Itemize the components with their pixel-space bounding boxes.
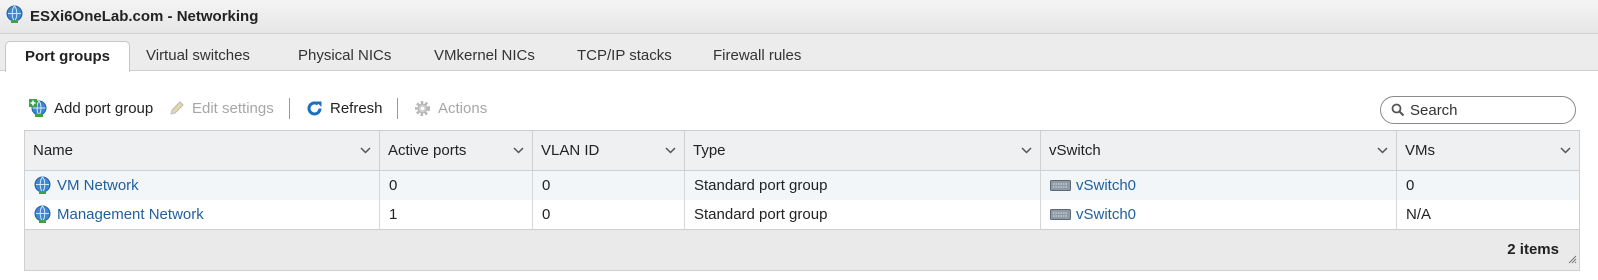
column-header-active-ports[interactable]: Active ports: [380, 131, 533, 170]
column-header-name[interactable]: Name: [25, 131, 380, 170]
tab-vmkernel-nics[interactable]: VMkernel NICs: [434, 40, 535, 71]
toolbar-divider: [289, 98, 290, 119]
tab-tcpip-stacks[interactable]: TCP/IP stacks: [577, 40, 672, 71]
column-header-label: VLAN ID: [541, 142, 600, 159]
pencil-icon: [168, 99, 186, 117]
cell-vswitch: vSwitch0: [1041, 200, 1397, 229]
item-count: 2 items: [1507, 241, 1559, 258]
cell-type: Standard port group: [685, 171, 1041, 200]
refresh-icon: [305, 99, 324, 118]
column-header-label: Active ports: [388, 142, 467, 159]
cell-vswitch: vSwitch0: [1041, 171, 1397, 200]
cell-name: VM Network: [25, 171, 380, 200]
add-port-group-label: Add port group: [54, 99, 154, 117]
chevron-down-icon[interactable]: [1560, 131, 1571, 170]
resize-grip-icon[interactable]: [1568, 251, 1577, 268]
search-box[interactable]: [1380, 96, 1576, 124]
gear-icon: [413, 99, 432, 118]
cell-vms: 0: [1406, 177, 1415, 194]
tab-virtual-switches[interactable]: Virtual switches: [146, 40, 250, 71]
search-icon: [1391, 103, 1405, 117]
chevron-down-icon[interactable]: [1021, 131, 1032, 170]
toolbar: Add port group Edit settings Refresh Act…: [0, 90, 1598, 126]
chevron-down-icon[interactable]: [513, 131, 524, 170]
edit-settings-button[interactable]: Edit settings: [168, 90, 274, 126]
window-title: ESXi6OneLab.com - Networking: [30, 8, 259, 25]
cell-active-ports: 1: [380, 200, 533, 229]
tab-strip: Port groups Virtual switches Physical NI…: [0, 34, 1598, 72]
table-row[interactable]: Management Network 1 0 Standard port gro…: [25, 200, 1579, 229]
chevron-down-icon[interactable]: [360, 131, 371, 170]
network-globe-icon: [5, 5, 24, 28]
toolbar-divider: [397, 98, 398, 119]
vswitch-icon: [1050, 208, 1071, 221]
column-header-label: Type: [693, 142, 726, 159]
cell-vms: N/A: [1406, 206, 1432, 223]
refresh-button[interactable]: Refresh: [305, 90, 383, 126]
table-row[interactable]: VM Network 0 0 Standard port group vSwit…: [25, 171, 1579, 200]
column-header-label: Name: [33, 142, 74, 159]
tab-port-groups[interactable]: Port groups: [5, 41, 130, 72]
column-header-vlan-id[interactable]: VLAN ID: [533, 131, 685, 170]
add-port-group-button[interactable]: Add port group: [28, 90, 153, 126]
port-group-icon: [33, 176, 52, 195]
cell-active-ports: 0: [380, 171, 533, 200]
vswitch-icon: [1050, 179, 1071, 192]
column-header-label: VMs: [1405, 142, 1435, 159]
vswitch-link[interactable]: vSwitch0: [1076, 171, 1136, 200]
add-network-icon: [28, 98, 48, 118]
chevron-down-icon[interactable]: [665, 131, 676, 170]
search-input[interactable]: [1410, 101, 1560, 119]
port-group-link[interactable]: VM Network: [57, 171, 139, 200]
actions-button[interactable]: Actions: [413, 90, 487, 126]
edit-settings-label: Edit settings: [192, 99, 274, 117]
cell-type: Standard port group: [685, 200, 1041, 229]
port-groups-table: Name Active ports VLAN ID Type vSwitch V…: [24, 130, 1580, 271]
column-header-label: vSwitch: [1049, 142, 1101, 159]
port-group-icon: [33, 205, 52, 224]
window-titlebar: ESXi6OneLab.com - Networking: [0, 0, 1598, 34]
column-header-vswitch[interactable]: vSwitch: [1041, 131, 1397, 170]
vswitch-link[interactable]: vSwitch0: [1076, 200, 1136, 229]
column-header-type[interactable]: Type: [685, 131, 1041, 170]
chevron-down-icon[interactable]: [1377, 131, 1388, 170]
actions-label: Actions: [438, 99, 488, 117]
column-header-vms[interactable]: VMs: [1397, 131, 1579, 170]
table-footer: 2 items: [25, 229, 1579, 270]
table-header: Name Active ports VLAN ID Type vSwitch V…: [25, 131, 1579, 171]
tab-physical-nics[interactable]: Physical NICs: [298, 40, 391, 71]
cell-vlan-id: 0: [533, 200, 685, 229]
refresh-label: Refresh: [330, 99, 383, 117]
cell-name: Management Network: [25, 200, 380, 229]
port-group-link[interactable]: Management Network: [57, 200, 204, 229]
cell-vlan-id: 0: [533, 171, 685, 200]
tab-firewall-rules[interactable]: Firewall rules: [713, 40, 801, 71]
